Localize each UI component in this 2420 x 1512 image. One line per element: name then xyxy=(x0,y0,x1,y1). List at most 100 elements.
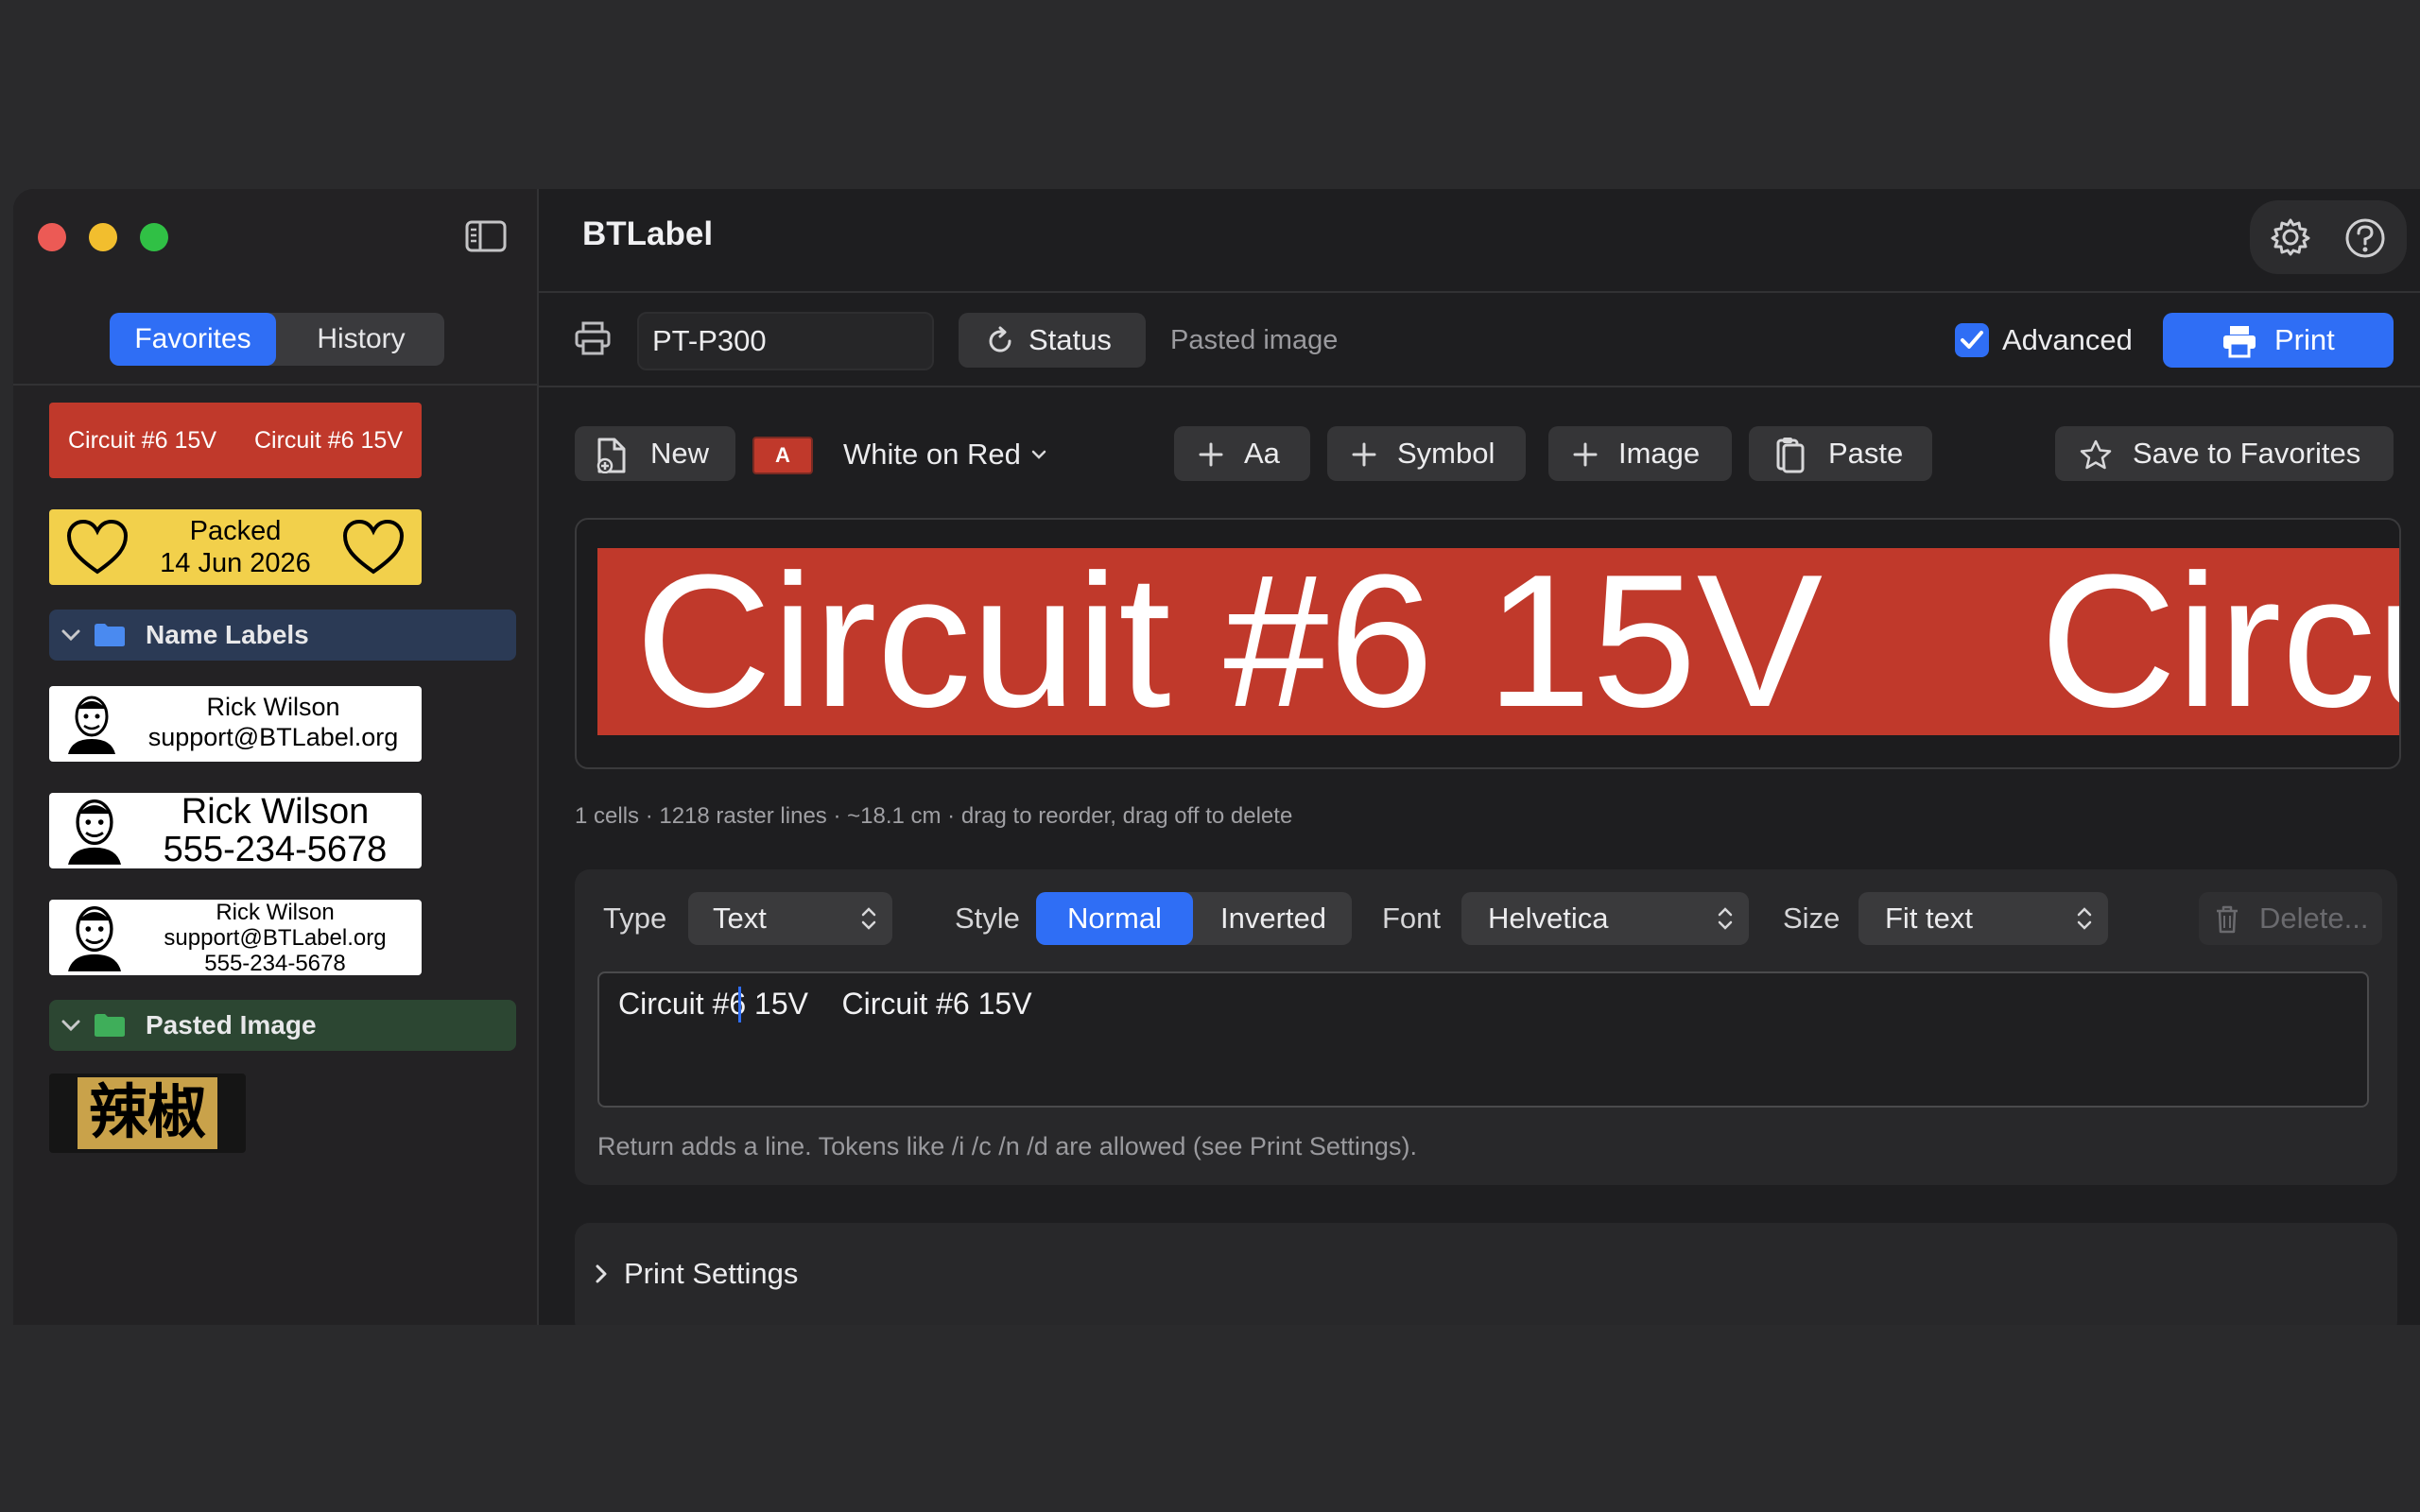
text-cursor xyxy=(738,987,741,1022)
paste-button[interactable]: Paste xyxy=(1749,426,1932,481)
status-button-label: Status xyxy=(1028,323,1112,356)
style-segmented-control: Normal Inverted xyxy=(1036,892,1352,945)
clipboard-icon xyxy=(1775,436,1806,473)
style-badge: A xyxy=(752,437,813,474)
save-to-favorites-label: Save to Favorites xyxy=(2133,437,2361,470)
trash-icon xyxy=(2217,905,2238,934)
printer-name-value: PT-P300 xyxy=(652,324,767,357)
add-symbol-label: Symbol xyxy=(1397,437,1495,470)
print-button-label: Print xyxy=(2274,323,2335,356)
portrait-icon xyxy=(68,694,115,754)
delete-button[interactable]: Delete... xyxy=(2199,892,2382,945)
app-title: BTLabel xyxy=(582,215,714,252)
label-style-dropdown[interactable]: A White on Red xyxy=(752,435,1074,474)
font-value: Helvetica xyxy=(1488,902,1609,935)
paste-label: Paste xyxy=(1828,437,1904,470)
app-window: Favorites History Circuit #6 15V Circuit… xyxy=(13,189,2420,1325)
favorite-label-name-email[interactable]: Rick Wilson support@BTLabel.org xyxy=(49,686,422,762)
favorite-label-text: Circuit #6 15V xyxy=(253,427,404,454)
add-image-label: Image xyxy=(1618,437,1701,470)
font-popup[interactable]: Helvetica xyxy=(1461,892,1749,945)
gear-icon[interactable] xyxy=(2271,217,2310,257)
print-button[interactable]: Print xyxy=(2163,313,2394,368)
tab-history[interactable]: History xyxy=(278,313,444,366)
label-line: 555-234-5678 xyxy=(163,830,388,868)
favorite-label-text: Packed xyxy=(189,516,282,546)
label-preview-strip[interactable]: Circuit #6 15V Circu xyxy=(597,548,2399,735)
title-actions xyxy=(2250,200,2407,274)
updown-chevron-icon xyxy=(861,907,876,930)
element-editor: Type Text Style Normal Inverted Font Hel… xyxy=(575,869,2397,1185)
plus-icon xyxy=(1199,442,1223,467)
folder-name: Name Labels xyxy=(146,620,309,649)
status-button[interactable]: Status xyxy=(959,313,1146,368)
heart-icon xyxy=(342,519,405,576)
type-popup[interactable]: Text xyxy=(688,892,892,945)
folder-icon xyxy=(93,622,127,648)
folder-name-labels[interactable]: Name Labels xyxy=(49,610,516,661)
title-divider xyxy=(539,291,2420,293)
chevron-down-icon xyxy=(1030,446,1047,463)
status-text: Pasted image xyxy=(1170,325,1339,355)
size-value: Fit text xyxy=(1885,902,1974,935)
favorite-label-name-phone[interactable]: Rick Wilson 555-234-5678 xyxy=(49,793,422,868)
heart-icon xyxy=(66,519,129,576)
chevron-down-icon[interactable] xyxy=(60,1015,81,1036)
type-label: Type xyxy=(603,902,667,935)
style-normal-option[interactable]: Normal xyxy=(1036,892,1193,945)
minimize-window-button[interactable] xyxy=(89,223,117,251)
preview-cell-text: Circu xyxy=(2040,548,2399,735)
label-line: Rick Wilson xyxy=(181,793,370,832)
portrait-icon xyxy=(68,903,121,971)
font-label: Font xyxy=(1382,902,1442,935)
add-symbol-button[interactable]: Symbol xyxy=(1327,426,1526,481)
portrait-icon xyxy=(68,797,121,865)
preview-cell-text: Circuit #6 15V xyxy=(635,548,1824,735)
sidebar-tabs: Favorites History xyxy=(110,313,444,366)
style-name: White on Red xyxy=(843,438,1021,471)
chevron-down-icon[interactable] xyxy=(60,625,81,645)
favorite-label-name-full[interactable]: Rick Wilson support@BTLabel.org 555-234-… xyxy=(49,900,422,975)
chevron-right-icon[interactable] xyxy=(592,1263,611,1285)
folder-pasted-image[interactable]: Pasted Image xyxy=(49,1000,516,1051)
save-to-favorites-button[interactable]: Save to Favorites xyxy=(2055,426,2394,481)
add-image-button[interactable]: Image xyxy=(1548,426,1732,481)
add-text-label: Aa xyxy=(1244,437,1280,470)
help-icon[interactable] xyxy=(2344,217,2386,259)
delete-label: Delete... xyxy=(2259,902,2369,935)
style-label: Style xyxy=(955,902,1020,935)
label-line: Rick Wilson xyxy=(216,900,335,925)
refresh-icon xyxy=(985,326,1015,356)
type-value: Text xyxy=(713,902,767,935)
print-settings-label: Print Settings xyxy=(624,1257,799,1290)
label-text-input[interactable]: Circuit #6 15V Circuit #6 15V xyxy=(597,971,2369,1108)
print-settings-panel[interactable]: Print Settings xyxy=(575,1223,2397,1325)
plus-icon xyxy=(1352,442,1376,467)
zoom-window-button[interactable] xyxy=(140,223,168,251)
advanced-checkbox[interactable] xyxy=(1955,323,1989,357)
new-label-button[interactable]: New xyxy=(575,426,735,481)
size-popup[interactable]: Fit text xyxy=(1858,892,2108,945)
tab-favorites[interactable]: Favorites xyxy=(110,313,276,366)
label-line: 555-234-5678 xyxy=(204,951,346,975)
updown-chevron-icon xyxy=(2077,907,2092,930)
printer-name-field[interactable]: PT-P300 xyxy=(637,312,934,370)
sidebar-divider xyxy=(13,384,537,386)
sidebar: Favorites History Circuit #6 15V Circuit… xyxy=(13,189,539,1325)
close-window-button[interactable] xyxy=(38,223,66,251)
favorite-label-circuit[interactable]: Circuit #6 15V Circuit #6 15V xyxy=(49,403,422,478)
printer-icon xyxy=(2221,324,2257,358)
toggle-sidebar-icon[interactable] xyxy=(465,219,507,253)
star-icon xyxy=(2080,439,2112,470)
size-label: Size xyxy=(1783,902,1841,935)
label-preview[interactable]: Circuit #6 15V Circu xyxy=(575,518,2401,769)
advanced-label: Advanced xyxy=(2002,323,2133,356)
style-inverted-option[interactable]: Inverted xyxy=(1195,892,1352,945)
updown-chevron-icon xyxy=(1718,907,1733,930)
add-text-button[interactable]: Aa xyxy=(1174,426,1310,481)
favorite-label-pasted-image[interactable]: 辣椒 xyxy=(49,1074,246,1153)
new-label-button-label: New xyxy=(650,437,710,470)
label-line: support@BTLabel.org xyxy=(164,925,387,951)
favorite-label-packed[interactable]: Packed 14 Jun 2026 xyxy=(49,509,422,585)
label-line: Rick Wilson xyxy=(206,693,340,721)
